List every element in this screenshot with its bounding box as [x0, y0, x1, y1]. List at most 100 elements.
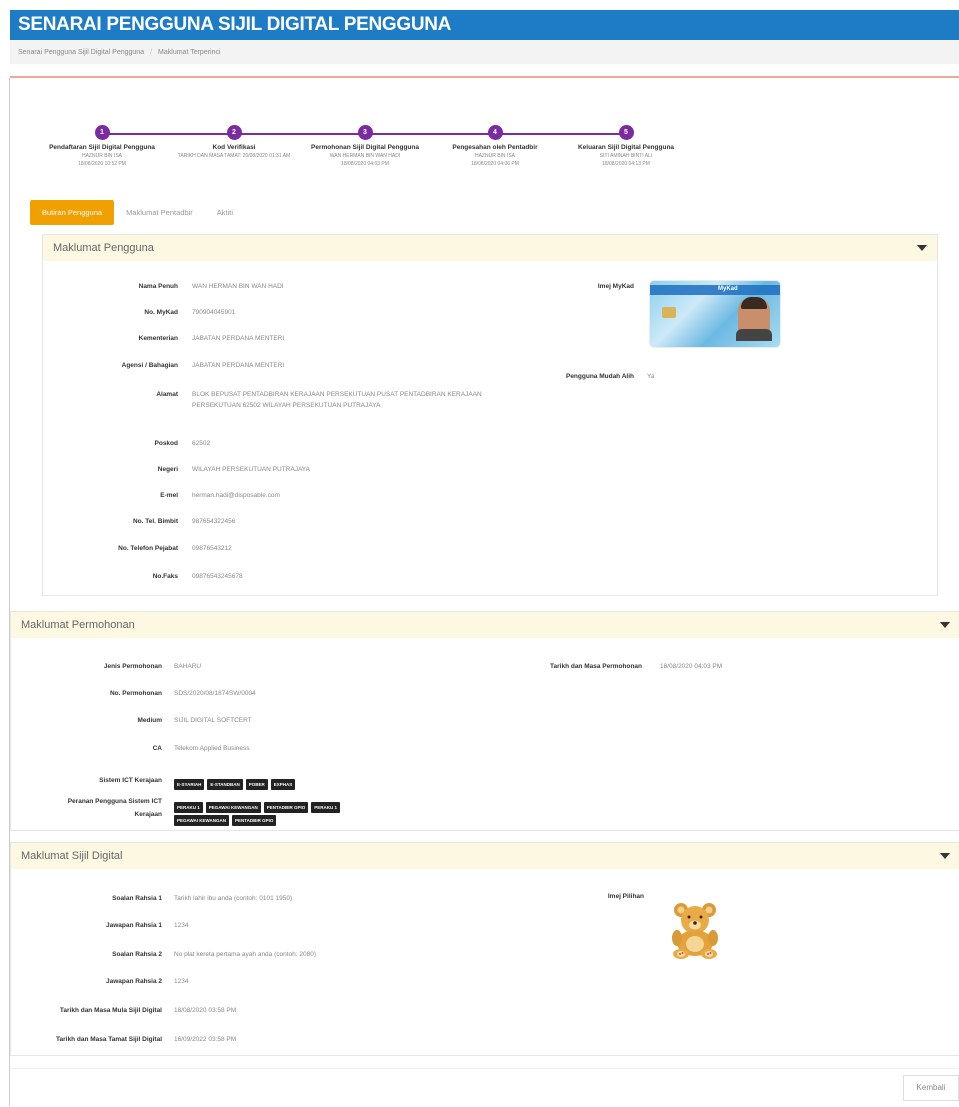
field-value: WAN HERMAN BIN WAN HADI: [192, 283, 284, 290]
step-date: 18/08/2020 10:52 PM: [78, 161, 126, 167]
tab-bar: Butiran Pengguna Maklumat Pentadbir Akti…: [30, 200, 245, 225]
field-value: 09876543212: [192, 545, 232, 552]
back-button[interactable]: Kembali: [903, 1075, 959, 1101]
field-label: Alamat: [156, 391, 178, 398]
field-label: No. Telefon Pejabat: [118, 545, 178, 552]
field-label: Soalan Rahsia 2: [112, 951, 162, 958]
tag-badge: POBER: [245, 779, 268, 790]
tarikh-permohonan-value: 18/08/2020 04:03 PM: [660, 663, 723, 670]
field-value: 62502: [192, 440, 211, 447]
field-label: No. Tel. Bimbit: [132, 518, 178, 525]
field-label: Jawapan Rahsia 2: [106, 978, 162, 985]
field-value: BLOK BEPUSAT PENTADBIRAN KERAJAAN PERSEK…: [192, 391, 482, 409]
tag-badge: E-SYARIAH: [174, 779, 205, 790]
field-label: Soalan Rahsia 1: [112, 895, 162, 902]
field-label: Jenis Permohonan: [103, 663, 162, 670]
tag-badge: PENTADBIR GPIO: [232, 815, 277, 826]
step-date: 18/08/2020 04:03 PM: [341, 161, 389, 167]
field-value: Telekom Applied Business: [174, 745, 250, 752]
field-label: Negeri: [157, 466, 178, 473]
step-title: Keluaran Sijil Digital Pengguna: [577, 144, 675, 151]
step-title: Permohonan Sijil Digital Pengguna: [311, 144, 419, 151]
field-label: No. Permohonan: [109, 690, 162, 697]
field-value: 18/08/2020 03:58 PM: [174, 1007, 237, 1014]
field-label: Kementerian: [138, 335, 178, 342]
step-dot: 3: [357, 125, 373, 140]
panel-title: Maklumat Sijil Digital: [21, 850, 123, 862]
field-value: herman.hadi@disposable.com: [192, 492, 280, 499]
collapse-caret-icon[interactable]: [917, 245, 927, 251]
divider-line: [10, 76, 959, 78]
teddy-bear-image[interactable]: [664, 898, 726, 960]
mykad-label: Imej MyKad: [597, 283, 634, 290]
tab-butiran-pengguna[interactable]: Butiran Pengguna: [30, 200, 115, 225]
tarikh-permohonan-label: Tarikh dan Masa Permohonan: [550, 663, 642, 670]
field-value: BAHARU: [174, 663, 202, 670]
step-dot: 1: [94, 125, 110, 140]
field-label: Poskod: [154, 440, 178, 447]
step-sub: HAZNUR BIN ISA: [81, 153, 122, 159]
mudah-alih-value: Ya: [647, 373, 655, 380]
card-photo: [736, 297, 772, 341]
page-header: SENARAI PENGGUNA SIJIL DIGITAL PENGGUNA: [10, 10, 959, 40]
breadcrumb-separator: /: [150, 48, 153, 56]
mykad-image[interactable]: MyKad: [650, 281, 780, 347]
field-value: No plat kereta pertama ayah anda (contoh…: [174, 951, 317, 958]
field-value: Tarikh lahir ibu anda (contoh: 0101 1950…: [174, 895, 293, 902]
step-title: Kod Verifikasi: [212, 144, 256, 151]
panel-header[interactable]: Maklumat Sijil Digital: [11, 843, 959, 869]
step-title: Pendaftaran Sijil Digital Pengguna: [49, 144, 155, 151]
field-value: 16/09/2022 03:58 PM: [174, 1036, 237, 1043]
panel-header[interactable]: Maklumat Pengguna: [43, 235, 937, 261]
peranan-label-line1: Peranan Pengguna Sistem ICT: [67, 798, 162, 805]
field-label: Medium: [137, 717, 162, 724]
step-dot: 5: [618, 125, 634, 140]
step-dot: 2: [226, 125, 242, 140]
panel-title: Maklumat Permohonan: [21, 619, 135, 631]
collapse-caret-icon[interactable]: [940, 622, 950, 628]
panel-title: Maklumat Pengguna: [53, 242, 154, 254]
page-title: SENARAI PENGGUNA SIJIL DIGITAL PENGGUNA: [18, 14, 452, 35]
field-value: 1234: [174, 922, 189, 929]
field-label: Nama Penuh: [138, 283, 178, 290]
tag-badge: PEGAWAI KEWANGAN: [174, 815, 230, 826]
breadcrumb: Senarai Pengguna Sijil Digital Pengguna …: [10, 40, 959, 64]
field-label: E-mel: [160, 492, 178, 499]
field-value: JABATAN PERDANA MENTERI: [192, 335, 285, 342]
card-photo-shirt: [736, 329, 772, 341]
field-label: No. MyKad: [144, 309, 178, 316]
step-date: 18/08/2020 04:06 PM: [471, 161, 519, 167]
field-label: Jawapan Rahsia 1: [106, 922, 162, 929]
imej-pilihan-label: Imej Pilihan: [607, 893, 644, 900]
step-sub: WAN HERMAN BIN WAN HADI: [329, 153, 401, 159]
collapse-caret-icon[interactable]: [940, 853, 950, 859]
page-footer: Kembali: [10, 1068, 959, 1107]
tag-badge: E-STANDBAN: [207, 779, 243, 790]
top-band: [0, 0, 959, 10]
card-chip: [662, 307, 676, 318]
field-value: 09876543245678: [192, 573, 243, 580]
field-value: SDS/2020/08/1874SW/0004: [174, 690, 256, 697]
tag-badge: PERAKU 1: [311, 802, 340, 813]
panel-maklumat-sijil: Maklumat Sijil Digital: [10, 842, 959, 1056]
step-sub: SITI AMINAH BINTI ALI: [599, 153, 653, 159]
field-value: JABATAN PERDANA MENTERI: [192, 362, 285, 369]
step-5: 5 Keluaran Sijil Digital Pengguna SITI A…: [556, 125, 696, 167]
peranan-tags-row2: PEGAWAI KEWANGAN PENTADBIR GPIO: [174, 809, 279, 827]
tab-aktiti[interactable]: Aktiti: [205, 200, 245, 225]
step-date: 18/08/2020 04:13 PM: [602, 161, 650, 167]
step-2: 2 Kod Verifikasi TARIKH DAN MASA TAMAT: …: [164, 125, 304, 161]
breadcrumb-current: Maklumat Terperinci: [158, 48, 221, 56]
step-3: 3 Permohonan Sijil Digital Pengguna WAN …: [295, 125, 435, 167]
field-label: Tarikh dan Masa Mula Sijil Digital: [59, 1007, 162, 1014]
field-value: 790904045901: [192, 309, 236, 316]
sistem-ict-tags: E-SYARIAH E-STANDBAN POBER EXPHAS: [174, 773, 298, 791]
step-dot: 4: [487, 125, 503, 140]
progress-stepper: 1 Pendaftaran Sijil Digital Pengguna HAZ…: [30, 125, 710, 185]
card-band: [650, 285, 780, 295]
step-sub: TARIKH DAN MASA TAMAT: 20/08/2020 01:31 …: [177, 153, 291, 159]
card-photo-hair: [741, 297, 767, 309]
panel-header[interactable]: Maklumat Permohonan: [11, 612, 959, 638]
breadcrumb-link-list[interactable]: Senarai Pengguna Sijil Digital Pengguna: [18, 49, 144, 56]
tab-maklumat-pentadbir[interactable]: Maklumat Pentadbir: [114, 200, 205, 225]
